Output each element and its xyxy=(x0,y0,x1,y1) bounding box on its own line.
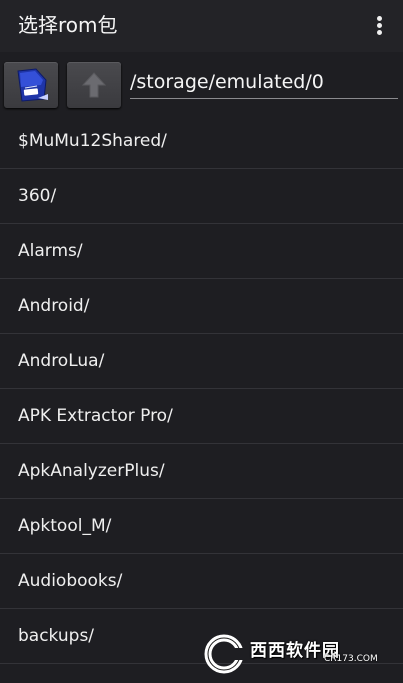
up-directory-button[interactable] xyxy=(67,62,121,108)
file-list-item[interactable]: Apktool_M/ xyxy=(0,499,403,554)
folder-name: Audiobooks/ xyxy=(18,571,123,591)
folder-name: Android/ xyxy=(18,296,90,316)
watermark-c-icon xyxy=(204,634,244,674)
path-toolbar xyxy=(0,52,403,114)
file-list-item[interactable]: Android/ xyxy=(0,279,403,334)
menu-dot xyxy=(377,16,382,21)
app-title: 选择rom包 xyxy=(18,13,118,37)
file-list-item[interactable]: APK Extractor Pro/ xyxy=(0,389,403,444)
watermark-subtext: CR173.COM xyxy=(324,654,378,664)
file-list-item[interactable]: Audiobooks/ xyxy=(0,554,403,609)
folder-name: Alarms/ xyxy=(18,241,83,261)
app-bar: 选择rom包 xyxy=(0,0,403,52)
sd-card-button[interactable] xyxy=(4,62,58,108)
file-list-item[interactable]: $MuMu12Shared/ xyxy=(0,114,403,169)
folder-name: ApkAnalyzerPlus/ xyxy=(18,461,165,481)
watermark-logo: 西西软件园 CR173.COM xyxy=(204,634,384,674)
path-input[interactable] xyxy=(130,66,398,99)
arrow-up-icon xyxy=(81,72,107,98)
file-list-item[interactable]: 360/ xyxy=(0,169,403,224)
folder-name: APK Extractor Pro/ xyxy=(18,406,173,426)
file-list-item[interactable]: Alarms/ xyxy=(0,224,403,279)
folder-name: backups/ xyxy=(18,626,95,646)
folder-name: 360/ xyxy=(18,186,57,206)
folder-name: Apktool_M/ xyxy=(18,516,112,536)
file-list-item[interactable]: ApkAnalyzerPlus/ xyxy=(0,444,403,499)
file-list-item[interactable]: AndroLua/ xyxy=(0,334,403,389)
more-vert-icon[interactable] xyxy=(369,14,389,38)
menu-dot xyxy=(377,23,382,28)
file-list: $MuMu12Shared/ 360/ Alarms/ Android/ And… xyxy=(0,114,403,664)
sd-card-icon xyxy=(17,68,48,102)
menu-dot xyxy=(377,30,382,35)
folder-name: $MuMu12Shared/ xyxy=(18,131,167,151)
folder-name: AndroLua/ xyxy=(18,351,105,371)
